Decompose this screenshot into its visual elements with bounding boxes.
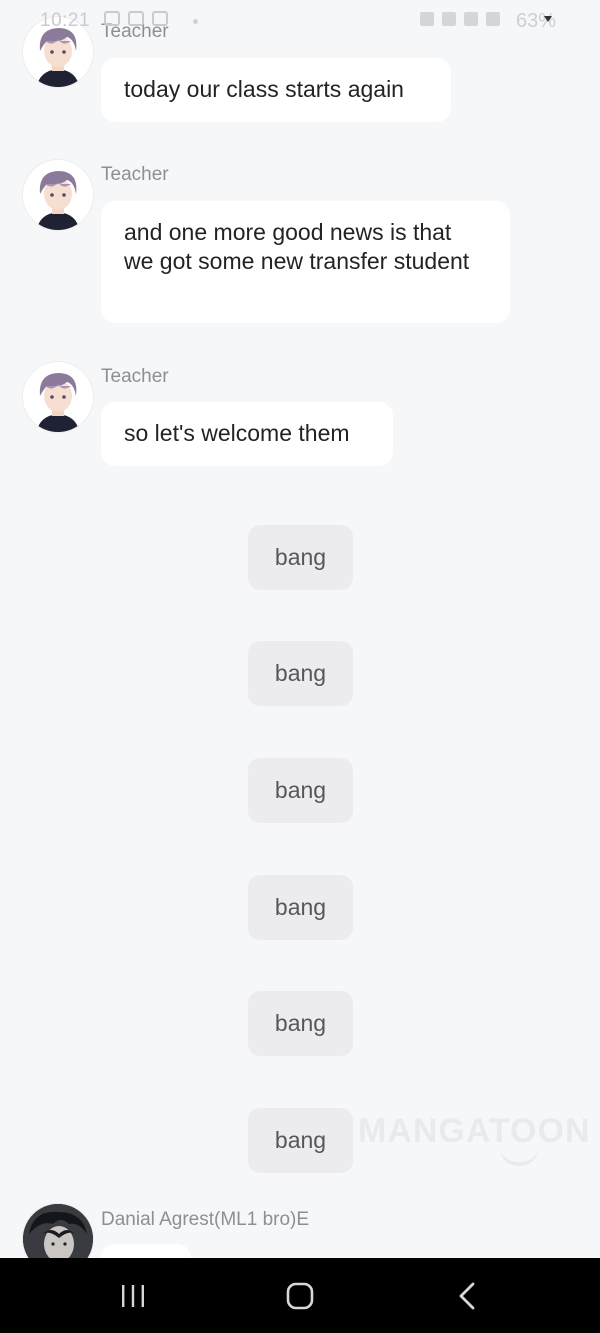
- status-time: 10:21: [40, 10, 91, 31]
- user-avatar[interactable]: [23, 1204, 93, 1258]
- teacher-avatar[interactable]: [23, 160, 93, 230]
- system-message: bang: [248, 525, 353, 590]
- home-icon: [286, 1282, 314, 1309]
- system-message: bang: [248, 758, 353, 823]
- notification-icon: [152, 11, 168, 26]
- signal-icon: [486, 12, 500, 26]
- back-icon: [459, 1282, 475, 1309]
- chat-screen: 10:21 63% Teacher today our class starts…: [0, 0, 600, 1258]
- message-bubble[interactable]: [101, 1244, 191, 1258]
- system-message: bang: [248, 1108, 353, 1173]
- watermark-smile-icon: [500, 1148, 538, 1166]
- teacher-avatar[interactable]: [23, 362, 93, 432]
- alarm-icon: [420, 12, 434, 26]
- sender-name: Teacher: [101, 164, 169, 185]
- back-button[interactable]: [408, 1258, 528, 1333]
- message-bubble[interactable]: so let's welcome them: [101, 402, 393, 466]
- sender-name: Teacher: [101, 366, 169, 387]
- notification-icons: [104, 11, 168, 26]
- navigation-bar: [0, 1258, 600, 1333]
- notification-icon: [128, 11, 144, 26]
- sender-name: Danial Agrest(ML1 bro)E: [101, 1209, 310, 1230]
- recent-apps-icon: [122, 1284, 144, 1307]
- wifi-icon: [442, 12, 456, 26]
- notification-icon: [104, 11, 120, 26]
- message-bubble[interactable]: and one more good news is that we got so…: [101, 201, 510, 323]
- system-status-icons: [420, 12, 500, 26]
- system-message: bang: [248, 641, 353, 706]
- more-notifications-dot-icon: [193, 19, 198, 24]
- message-bubble[interactable]: today our class starts again: [101, 58, 451, 122]
- home-button[interactable]: [240, 1258, 360, 1333]
- system-message: bang: [248, 875, 353, 940]
- watermark: MANGATOON: [358, 1112, 591, 1150]
- recent-apps-button[interactable]: [73, 1258, 193, 1333]
- data-icon: [464, 12, 478, 26]
- status-bar: 10:21 63%: [0, 0, 600, 46]
- system-message: bang: [248, 991, 353, 1056]
- dropdown-caret-icon: [544, 16, 552, 22]
